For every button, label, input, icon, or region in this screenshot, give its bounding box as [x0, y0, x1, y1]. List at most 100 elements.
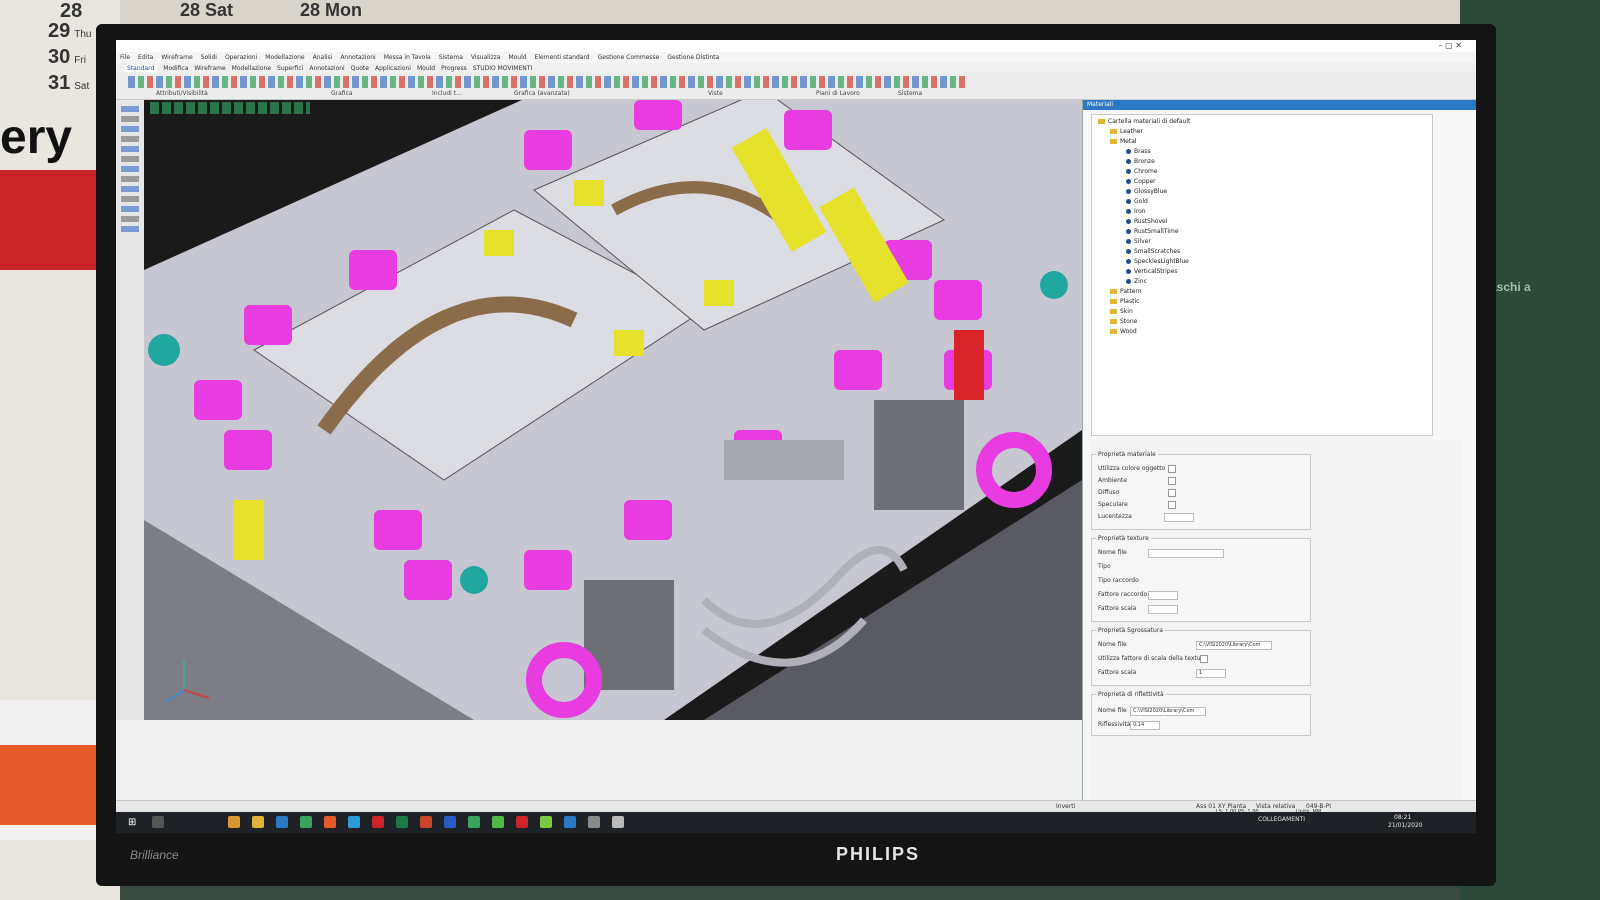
- app-icon[interactable]: [516, 816, 528, 828]
- bump-scale-field[interactable]: 1: [1196, 669, 1226, 678]
- tab-wireframe[interactable]: Wireframe: [194, 65, 225, 72]
- tab-studio-movimenti[interactable]: STUDIO MOVIMENTI: [473, 65, 532, 72]
- checkbox-use-object-color[interactable]: [1168, 465, 1176, 473]
- tree-folder-wood[interactable]: Wood: [1110, 328, 1137, 335]
- tab-progress[interactable]: Progress: [441, 65, 467, 72]
- menu-solidi[interactable]: Solidi: [201, 54, 217, 61]
- checkbox-use-texture-scale[interactable]: [1200, 655, 1208, 663]
- app-icon[interactable]: [468, 816, 480, 828]
- app-icon[interactable]: [540, 816, 552, 828]
- tree-material[interactable]: SmallScratches: [1126, 248, 1180, 255]
- tree-material[interactable]: RustSmallTime: [1126, 228, 1179, 235]
- checkbox-diffuse[interactable]: [1168, 489, 1176, 497]
- app-icon[interactable]: [564, 816, 576, 828]
- menu-wireframe[interactable]: Wireframe: [161, 54, 192, 61]
- tree-folder-stone[interactable]: Stone: [1110, 318, 1137, 325]
- tree-material[interactable]: GlossyBlue: [1126, 188, 1167, 195]
- tree-folder-plastic[interactable]: Plastic: [1110, 298, 1139, 305]
- tree-material[interactable]: Bronze: [1126, 158, 1155, 165]
- menu-analisi[interactable]: Analisi: [313, 54, 333, 61]
- excel-icon[interactable]: [396, 816, 408, 828]
- windows-start-icon[interactable]: ⊞: [128, 817, 138, 828]
- powerpoint-icon[interactable]: [420, 816, 432, 828]
- status-invert[interactable]: Inverti: [1056, 803, 1075, 810]
- word-icon[interactable]: [444, 816, 456, 828]
- tab-applicazioni[interactable]: Applicazioni: [375, 65, 411, 72]
- checkbox-ambient[interactable]: [1168, 477, 1176, 485]
- shininess-field[interactable]: [1164, 513, 1194, 522]
- reflect-file-field[interactable]: C:\VISI2020\Library\Com: [1130, 707, 1206, 716]
- menu-elementi-standard[interactable]: Elementi standard: [535, 54, 590, 61]
- menu-gestione-distinta[interactable]: Gestione Distinta: [667, 54, 719, 61]
- tree-material[interactable]: RustShovel: [1126, 218, 1167, 225]
- tree-folder-skin[interactable]: Skin: [1110, 308, 1133, 315]
- menu-annotazioni[interactable]: Annotazioni: [340, 54, 375, 61]
- app-icon[interactable]: [588, 816, 600, 828]
- window-controls[interactable]: – ▢ ✕: [1439, 41, 1462, 50]
- viewport-3d[interactable]: [144, 100, 1082, 720]
- menu-gestione-commesse[interactable]: Gestione Commesse: [598, 54, 660, 61]
- tray-date[interactable]: 21/01/2020: [1388, 822, 1423, 829]
- menu-edita[interactable]: Edita: [138, 54, 153, 61]
- tab-annotazioni[interactable]: Annotazioni: [309, 65, 344, 72]
- monitor-brand: PHILIPS: [836, 844, 921, 864]
- panel-title: Materiali: [1083, 100, 1476, 110]
- menu-sistema[interactable]: Sistema: [439, 54, 463, 61]
- tree-material[interactable]: Copper: [1126, 178, 1156, 185]
- explorer-icon[interactable]: [252, 816, 264, 828]
- menu-messa-in-tavola[interactable]: Messa in Tavola: [384, 54, 431, 61]
- outlook-icon[interactable]: [228, 816, 240, 828]
- yellow-block: [484, 230, 514, 256]
- texture-file-field[interactable]: [1148, 549, 1224, 558]
- tab-standard[interactable]: Standard: [124, 64, 158, 72]
- calculator-icon[interactable]: [612, 816, 624, 828]
- tree-folder-leather[interactable]: Leather: [1110, 128, 1143, 135]
- tree-folder-metal[interactable]: Metal: [1110, 138, 1137, 145]
- viewport-toolbar[interactable]: [150, 102, 310, 114]
- tree-folder-pattern[interactable]: Pattern: [1110, 288, 1142, 295]
- checkbox-specular[interactable]: [1168, 501, 1176, 509]
- material-icon: [1126, 249, 1131, 254]
- menu-file[interactable]: File: [120, 54, 130, 61]
- folder-icon: [1098, 119, 1105, 124]
- blend-factor-field[interactable]: [1148, 591, 1178, 600]
- menu-mould[interactable]: Mould: [508, 54, 526, 61]
- menu-operazioni[interactable]: Operazioni: [225, 54, 257, 61]
- pdf-icon[interactable]: [372, 816, 384, 828]
- left-tool-icons[interactable]: [121, 106, 139, 236]
- menu-modellazione[interactable]: Modellazione: [265, 54, 304, 61]
- monitor: Brilliance PHILIPS – ▢ ✕ File Edita Wire…: [96, 24, 1496, 886]
- tab-mould[interactable]: Mould: [417, 65, 435, 72]
- visi-icon[interactable]: [492, 816, 504, 828]
- tab-superfici[interactable]: Superfici: [277, 65, 303, 72]
- tab-quote[interactable]: Quote: [351, 65, 369, 72]
- ribbon-tool-icons[interactable]: [128, 76, 968, 88]
- tree-material[interactable]: Chrome: [1126, 168, 1158, 175]
- tree-material[interactable]: Zinc: [1126, 278, 1147, 285]
- dropbox-icon[interactable]: [348, 816, 360, 828]
- reflectivity-field[interactable]: 0.14: [1130, 721, 1160, 730]
- tree-material[interactable]: Gold: [1126, 198, 1148, 205]
- tree-material[interactable]: Silver: [1126, 238, 1151, 245]
- tree-material[interactable]: Brass: [1126, 148, 1151, 155]
- tree-material[interactable]: Iron: [1126, 208, 1146, 215]
- group-bump-properties: Proprietà Sgrossatura Nome file C:\VISI2…: [1091, 627, 1311, 686]
- tree-root[interactable]: Cartella materiali di default: [1098, 118, 1190, 125]
- chrome-icon[interactable]: [300, 816, 312, 828]
- tree-material[interactable]: VerticalStripes: [1126, 268, 1177, 275]
- vlc-icon[interactable]: [324, 816, 336, 828]
- tray-time[interactable]: 08:21: [1394, 814, 1411, 821]
- tab-modifica[interactable]: Modifica: [163, 65, 188, 72]
- tree-material[interactable]: SpecklesLightBlue: [1126, 258, 1189, 265]
- prop-label: Tipo raccordo: [1098, 577, 1139, 584]
- window-titlebar: – ▢ ✕: [116, 40, 1476, 52]
- tab-modellazione[interactable]: Modellazione: [232, 65, 271, 72]
- bump-file-field[interactable]: C:\VISI2020\Library\Com: [1196, 641, 1272, 650]
- search-icon[interactable]: [152, 816, 164, 828]
- material-icon: [1126, 149, 1131, 154]
- menu-visualizza[interactable]: Visualizza: [471, 54, 501, 61]
- edge-icon[interactable]: [276, 816, 288, 828]
- texture-scale-field[interactable]: [1148, 605, 1178, 614]
- tray-label[interactable]: COLLEGAMENTI: [1258, 816, 1305, 823]
- prop-label: Nome file: [1098, 549, 1127, 556]
